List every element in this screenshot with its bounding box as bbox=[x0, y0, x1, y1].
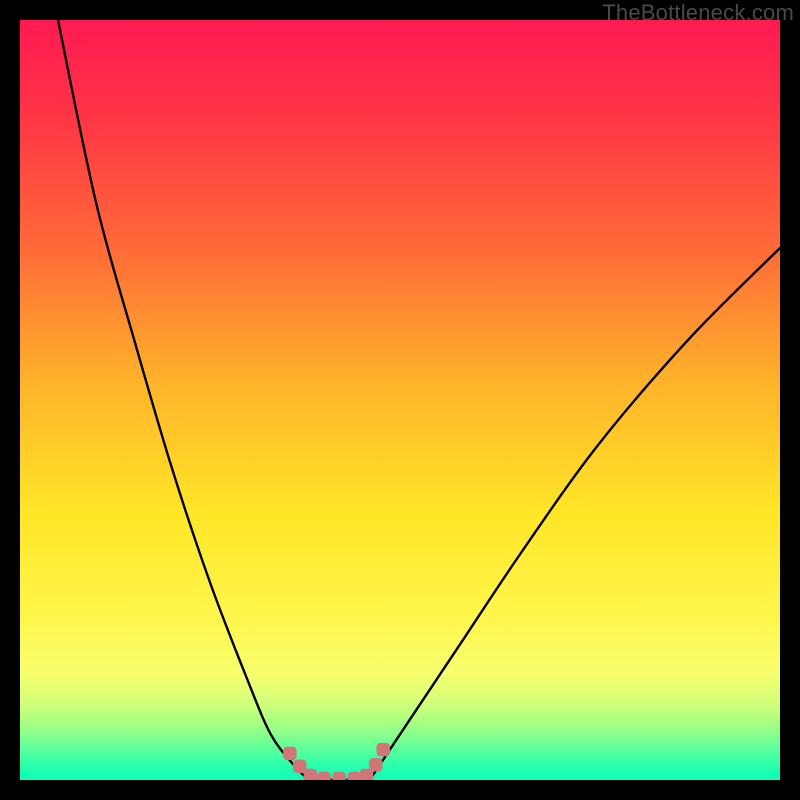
chart-svg bbox=[20, 20, 780, 780]
marker-point bbox=[304, 769, 318, 780]
left-curve bbox=[58, 20, 309, 780]
chart-frame: TheBottleneck.com bbox=[0, 0, 800, 800]
marker-point bbox=[283, 747, 297, 761]
marker-point bbox=[317, 772, 331, 780]
plot-area bbox=[20, 20, 780, 780]
marker-point bbox=[369, 758, 383, 772]
marker-point bbox=[348, 772, 362, 780]
marker-point bbox=[377, 743, 391, 757]
right-curve bbox=[370, 248, 780, 780]
marker-point bbox=[332, 772, 346, 780]
